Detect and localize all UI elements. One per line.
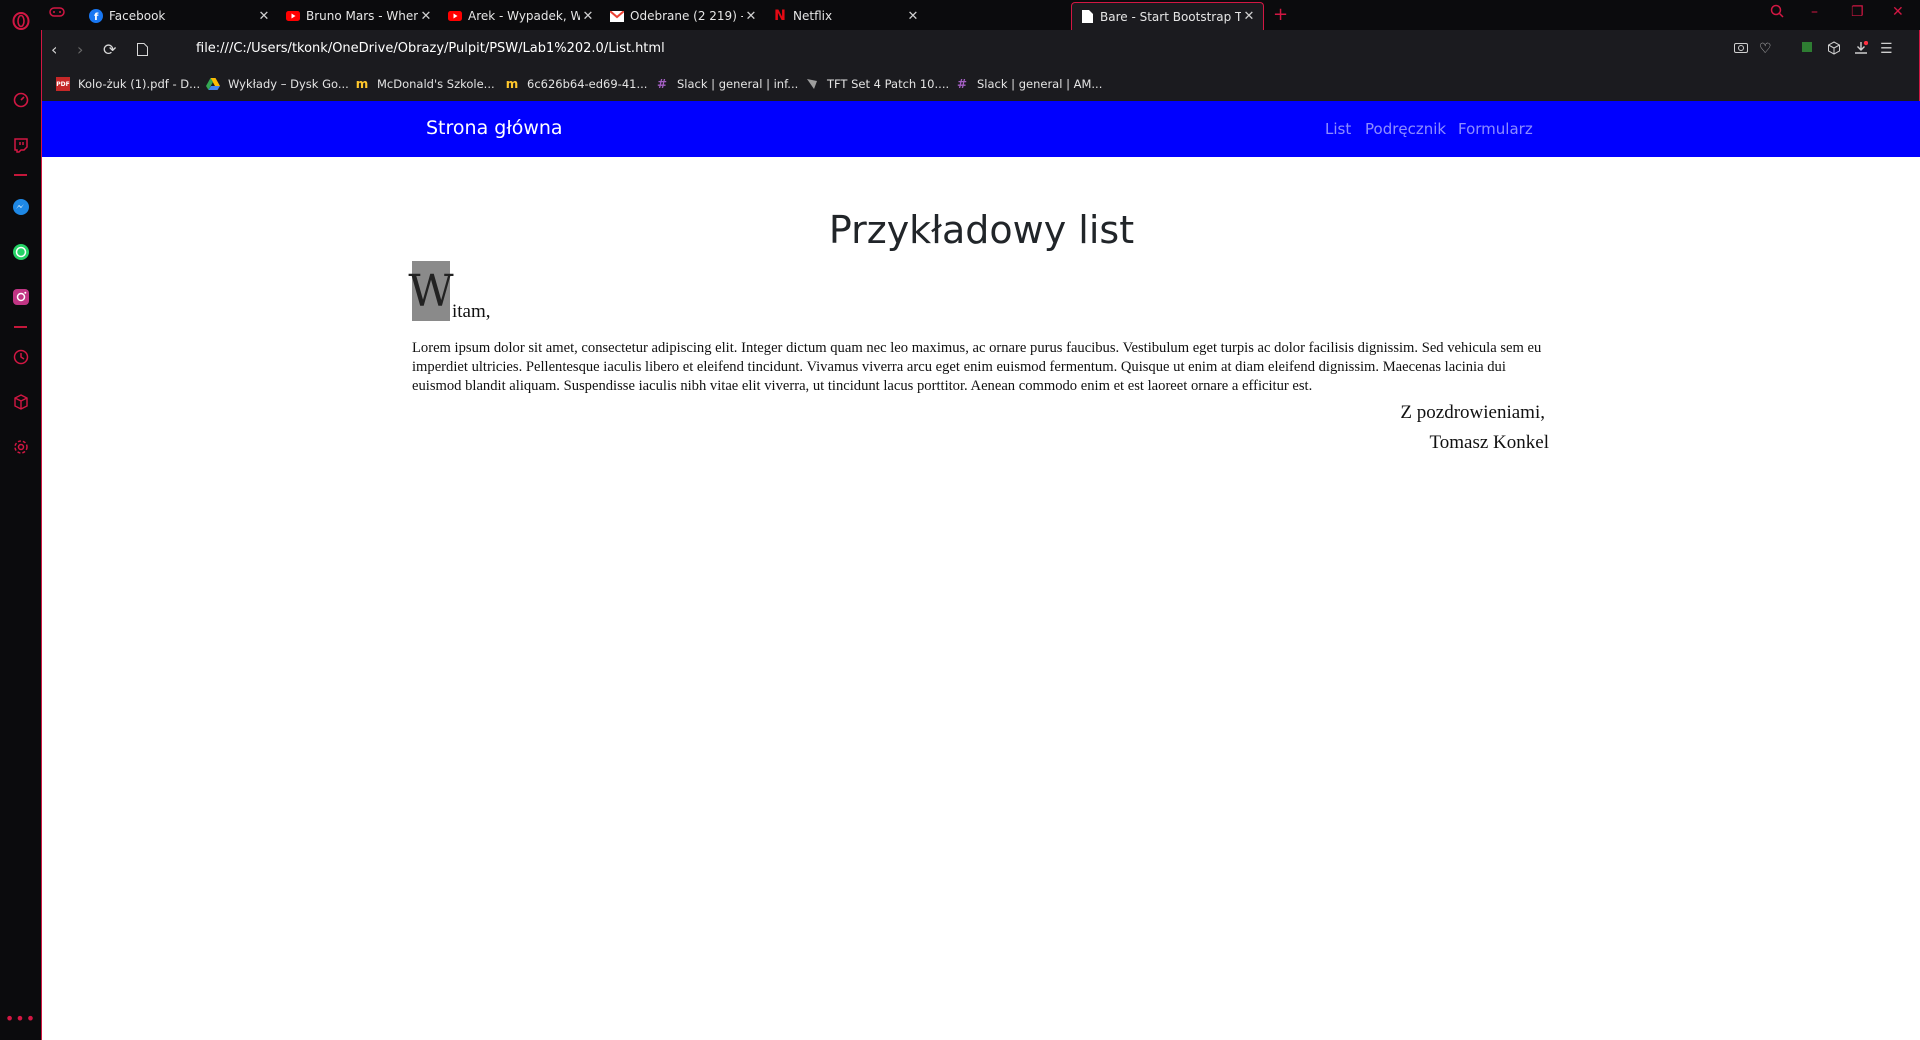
web-page: Strona główna List Podręcznik Formularz … xyxy=(41,101,1920,1040)
close-tab-icon[interactable]: ✕ xyxy=(418,9,434,24)
tab-title: Odebrane (2 219) - tkonkel xyxy=(630,9,743,23)
bookmark-label: McDonald's Szkole... xyxy=(377,77,495,91)
close-tab-icon[interactable]: ✕ xyxy=(1241,9,1257,24)
slack-icon: # xyxy=(656,77,668,91)
speed-dial-icon[interactable] xyxy=(10,89,31,110)
page-title: Przykładowy list xyxy=(828,208,1135,252)
nav-link-formularz[interactable]: Formularz xyxy=(1458,120,1533,138)
close-tab-icon[interactable]: ✕ xyxy=(743,9,759,24)
opera-logo-icon[interactable] xyxy=(10,10,31,31)
forward-button[interactable]: › xyxy=(77,40,83,59)
twitch-icon[interactable] xyxy=(10,134,31,155)
tft-icon xyxy=(805,77,819,91)
bookmark-label: 6c626b64-ed69-41... xyxy=(527,77,648,91)
mcdonalds-icon: m xyxy=(355,77,369,91)
gamepad-icon[interactable] xyxy=(49,6,65,22)
pdf-icon: PDF xyxy=(56,77,70,91)
site-navbar: Strona główna List Podręcznik Formularz xyxy=(42,101,1920,157)
bookmark-label: Slack | general | inf... xyxy=(677,77,799,91)
tab-bruno-mars[interactable]: Bruno Mars - When I Was Your Man ✕ xyxy=(278,2,440,30)
gmail-icon xyxy=(610,9,624,23)
back-button[interactable]: ‹ xyxy=(51,40,57,59)
search-tabs-icon[interactable] xyxy=(1770,4,1784,22)
letter-body: Lorem ipsum dolor sit amet, consectetur … xyxy=(412,340,1542,394)
svg-text:f: f xyxy=(94,12,99,23)
settings-gear-icon[interactable] xyxy=(10,436,31,457)
bookmark-label: Slack | general | AM... xyxy=(977,77,1103,91)
tab-bare-bootstrap[interactable]: Bare - Start Bootstrap Template ✕ xyxy=(1071,2,1264,30)
tab-title: Bare - Start Bootstrap Template xyxy=(1100,9,1241,24)
instagram-icon[interactable] xyxy=(10,286,31,307)
tab-facebook[interactable]: f Facebook ✕ xyxy=(81,2,278,30)
new-tab-button[interactable]: + xyxy=(1273,4,1288,25)
sidebar-separator xyxy=(14,174,27,176)
sidebar-separator xyxy=(14,326,27,328)
minimize-button[interactable]: – xyxy=(1811,4,1818,20)
google-drive-icon xyxy=(206,77,220,91)
tab-title: Facebook xyxy=(109,9,166,23)
youtube-icon xyxy=(286,9,300,23)
bookmark-item[interactable]: Wykłady – Dysk Go... xyxy=(206,77,349,91)
bookmark-label: Wykłady – Dysk Go... xyxy=(228,77,349,91)
tab-bar: f Facebook ✕ Bruno Mars - When I Was You… xyxy=(41,0,1920,30)
bookmark-item[interactable]: TFT Set 4 Patch 10.... xyxy=(805,77,949,91)
messenger-icon[interactable] xyxy=(10,196,31,217)
tab-arek[interactable]: Arek - Wypadek, Wózek i Wypadek ✕ xyxy=(440,2,602,30)
signature: Tomasz Konkel xyxy=(1429,432,1549,453)
downloads-icon[interactable] xyxy=(1854,40,1869,59)
close-tab-icon[interactable]: ✕ xyxy=(256,9,272,24)
url-input[interactable]: file:///C:/Users/tkonk/OneDrive/Obrazy/P… xyxy=(196,41,665,56)
tab-title: Bruno Mars - When I Was Your Man xyxy=(306,9,418,23)
navbar-brand-link[interactable]: Strona główna xyxy=(426,117,563,139)
easy-setup-menu-icon[interactable]: ☰ xyxy=(1880,41,1893,57)
close-tab-icon[interactable]: ✕ xyxy=(905,9,921,24)
closing-line: Z pozdrowieniami, xyxy=(1400,402,1545,423)
bookmark-label: TFT Set 4 Patch 10.... xyxy=(827,77,950,91)
bookmark-item[interactable]: m 6c626b64-ed69-41... xyxy=(505,77,648,91)
slack-icon: # xyxy=(956,77,968,91)
extensions-cube-icon[interactable] xyxy=(10,391,31,412)
history-icon[interactable] xyxy=(10,346,31,367)
more-options-icon[interactable]: ••• xyxy=(5,1008,35,1029)
youtube-icon xyxy=(448,9,462,23)
facebook-icon: f xyxy=(89,9,103,23)
bookmarks-bar: PDF Kolo-żuk (1).pdf - D... Wykłady – Dy… xyxy=(41,70,1920,101)
nav-link-podrecznik[interactable]: Podręcznik xyxy=(1365,120,1446,138)
bookmark-item[interactable]: PDF Kolo-żuk (1).pdf - D... xyxy=(56,77,200,91)
netflix-icon: N xyxy=(774,8,786,24)
bookmark-item[interactable]: m McDonald's Szkole... xyxy=(355,77,495,91)
close-tab-icon[interactable]: ✕ xyxy=(580,9,596,24)
snapshot-camera-icon[interactable] xyxy=(1734,41,1748,57)
close-window-button[interactable]: ✕ xyxy=(1892,4,1904,20)
mcdonalds-icon: m xyxy=(505,77,519,91)
easy-setup-cube-icon[interactable] xyxy=(1827,41,1841,59)
tab-title: Arek - Wypadek, Wózek i Wypadek xyxy=(468,9,580,23)
drop-cap: W xyxy=(408,261,454,321)
address-bar: ‹ › ⟳ file:///C:/Users/tkonk/OneDrive/Ob… xyxy=(41,30,1920,70)
document-icon xyxy=(1080,10,1094,24)
bookmark-item[interactable]: # Slack | general | inf... xyxy=(655,77,798,91)
file-page-icon xyxy=(137,41,148,60)
tab-netflix[interactable]: N Netflix ✕ xyxy=(765,2,927,30)
heart-bookmark-icon[interactable]: ♡ xyxy=(1759,41,1772,57)
reload-button[interactable]: ⟳ xyxy=(103,40,116,59)
extension-icon[interactable] xyxy=(1801,41,1813,57)
bookmark-item[interactable]: # Slack | general | AM... xyxy=(955,77,1102,91)
tab-title: Netflix xyxy=(793,9,833,23)
whatsapp-icon[interactable] xyxy=(10,241,31,262)
tab-gmail[interactable]: Odebrane (2 219) - tkonkel ✕ xyxy=(602,2,765,30)
restore-button[interactable]: ❐ xyxy=(1851,4,1864,20)
nav-link-list[interactable]: List xyxy=(1325,120,1351,138)
bookmark-label: Kolo-żuk (1).pdf - D... xyxy=(78,77,201,91)
opera-sidebar: ••• xyxy=(0,0,41,1040)
greeting: itam, xyxy=(452,301,491,322)
